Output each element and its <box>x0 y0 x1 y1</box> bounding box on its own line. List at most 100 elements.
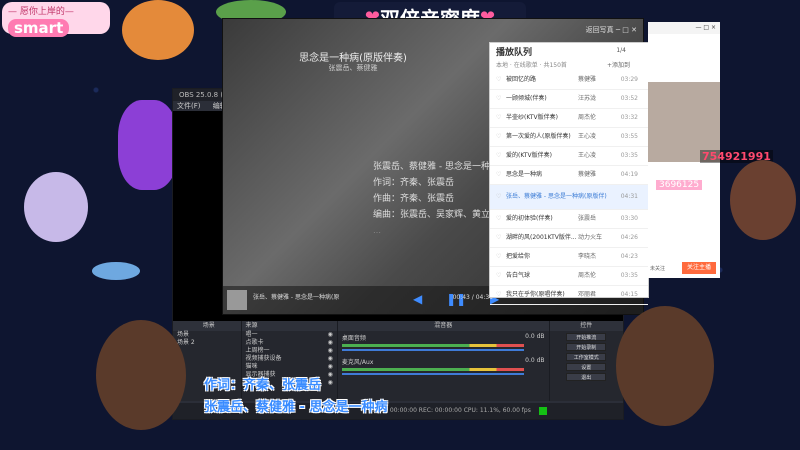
eye-icon[interactable]: ◉ <box>328 379 333 387</box>
channel-name: 麦克风/Aux <box>341 359 374 366</box>
menu-file[interactable]: 文件(F) <box>177 102 201 110</box>
queue-row[interactable]: ♡ 张岳、蔡健雅 - 思念是一种病(原版伴) 04:31 <box>490 185 648 210</box>
eye-icon[interactable]: ◉ <box>328 371 333 379</box>
song-duration: 03:29 <box>620 76 638 83</box>
eye-icon[interactable]: ◉ <box>328 339 333 347</box>
song-artist: 动力火车 <box>578 234 603 241</box>
song-artist: 周杰伦 <box>578 272 597 279</box>
source-item[interactable]: 点歌卡 ◉ <box>242 339 337 347</box>
queue-row[interactable]: ♡ 半壶纱(KTV版伴奏) 周杰伦 03:32 <box>490 109 648 128</box>
exit-button[interactable]: 退出 <box>566 373 607 381</box>
queue-row[interactable]: ♡ 告白气球 周杰伦 03:35 <box>490 267 648 286</box>
queue-row[interactable]: ♡ 被回忆的路 蔡健雅 03:29 <box>490 71 648 90</box>
song-name: 思念是一种病 <box>506 171 543 178</box>
settings-button[interactable]: 设置 <box>566 363 607 371</box>
eye-icon[interactable]: ◉ <box>328 347 333 355</box>
channel-db: 0.0 dB <box>525 357 545 364</box>
scene-item[interactable]: 场景 2 <box>173 339 241 347</box>
song-artist: 邓丽君 <box>578 291 597 298</box>
song-duration: 04:31 <box>620 193 638 200</box>
follow-status: 未关注 <box>650 266 666 272</box>
prev-icon[interactable]: ◀ <box>413 292 422 306</box>
source-item[interactable]: 视频捕获设备 ◉ <box>242 355 337 363</box>
song-name: 一顾倾城(伴奏) <box>506 95 547 102</box>
source-item[interactable]: 唱一 ◉ <box>242 331 337 339</box>
orange-planet <box>122 0 194 60</box>
controls-dock: 控件 开始推流 开始录制 工作室模式 设置 退出 <box>549 321 623 401</box>
song-name: 爱的初体验(伴奏) <box>506 215 553 222</box>
queue-row[interactable]: ♡ 我只在乎你(原唱伴奏) 邓丽君 04:15 <box>490 286 648 305</box>
channel-name: 桌面音频 <box>341 335 366 342</box>
fans-badge: 8级粉丝牌(1) <box>656 197 699 205</box>
heart-icon[interactable]: ♡ <box>496 71 506 89</box>
song-name: 告白气球 <box>506 272 531 279</box>
heart-icon[interactable]: ♡ <box>496 166 506 184</box>
song-duration: 03:35 <box>620 272 638 279</box>
cartoon-girl-left <box>96 320 186 430</box>
heart-icon[interactable]: ♡ <box>496 90 506 108</box>
follow-button[interactable]: 关注主播 <box>682 262 716 274</box>
queue-row[interactable]: ♡ 第一次爱的人(原版伴奏) 王心凌 03:55 <box>490 128 648 147</box>
scene-item[interactable]: 场景 <box>173 331 241 339</box>
song-artist: 李晓杰 <box>578 253 597 260</box>
heart-icon[interactable]: ♡ <box>496 109 506 127</box>
status-text: LIVE: 00:00:00 REC: 00:00:00 CPU: 11.1%,… <box>373 407 531 414</box>
song-name: 被回忆的路 <box>506 76 537 83</box>
queue-row[interactable]: ♡ 思念是一种病 蔡健雅 04:19 <box>490 166 648 185</box>
song-duration: 04:23 <box>620 253 638 260</box>
tag-name: smart <box>8 19 70 37</box>
heart-icon[interactable]: ♡ <box>496 185 506 209</box>
sources-header: 来源 <box>241 321 337 331</box>
song-artist: 汪苏泷 <box>578 95 597 102</box>
song-name: 张岳、蔡健雅 - 思念是一种病(原版伴) <box>506 193 607 200</box>
heart-icon[interactable]: ♡ <box>496 147 506 165</box>
queue-list: ♡ 被回忆的路 蔡健雅 03:29 ♡ 一顾倾城(伴奏) 汪苏泷 03:52 ♡ 半壶纱(KTV版… <box>490 71 648 305</box>
song-artist: 周杰伦 <box>578 114 597 121</box>
player-window-controls[interactable]: 返回写真 ─ □ ✕ <box>586 25 637 35</box>
side-window-controls[interactable]: — □ × <box>648 22 720 34</box>
lyric-subtitle-2: 张震岳、蔡健雅 - 思念是一种病 <box>204 400 388 415</box>
source-item[interactable]: 猫咪 ◉ <box>242 363 337 371</box>
heart-icon[interactable]: ♡ <box>496 128 506 146</box>
heart-icon[interactable]: ♡ <box>496 210 506 228</box>
queue-row[interactable]: ♡ 把爱给你 李晓杰 04:23 <box>490 248 648 267</box>
streamer-tag: — 愿你上岸的— smart <box>2 2 110 37</box>
source-item[interactable]: 上周榜一 ◉ <box>242 347 337 355</box>
heart-icon[interactable]: ♡ <box>496 229 506 247</box>
play-queue-panel: 播放队列 1/4 本地 · 在线歌单 · 共150首 +添加到 ♡ 被回忆的路 蔡健… <box>489 42 649 305</box>
song-duration: 03:52 <box>620 95 638 102</box>
album-thumbnail[interactable] <box>227 290 247 310</box>
song-duration: 04:26 <box>620 234 638 241</box>
volume-slider[interactable] <box>341 373 525 375</box>
volume-slider[interactable] <box>341 349 525 351</box>
song-duration: 04:19 <box>620 171 638 178</box>
eye-icon[interactable]: ◉ <box>328 331 333 339</box>
song-artist: 蔡健雅 <box>578 171 597 178</box>
live-indicator <box>538 406 547 415</box>
song-title: 思念是一种病(原版伴奏) <box>299 53 407 64</box>
heart-icon[interactable]: ♡ <box>496 248 506 266</box>
queue-row[interactable]: ♡ 一顾倾城(伴奏) 汪苏泷 03:52 <box>490 90 648 109</box>
queue-row[interactable]: ♡ 爱的(KTV版伴奏) 王心凌 03:35 <box>490 147 648 166</box>
cartoon-girl-avatar <box>730 160 796 240</box>
eye-icon[interactable]: ◉ <box>328 363 333 371</box>
eye-icon[interactable]: ◉ <box>328 355 333 363</box>
song-duration: 03:32 <box>620 114 638 121</box>
controls-header: 控件 <box>549 321 623 331</box>
lyric-subtitle-1: 作词：齐秦、张震岳 <box>204 378 322 393</box>
tag-line: — 愿你上岸的— <box>8 7 74 17</box>
queue-subheader: 本地 · 在线歌单 · 共150首 +添加到 <box>490 61 648 71</box>
heart-icon[interactable]: ♡ <box>496 286 506 304</box>
studio-mode-button[interactable]: 工作室模式 <box>566 353 607 361</box>
cartoon-girl-right <box>616 306 714 426</box>
mixer-channel: 麦克风/Aux 0.0 dB <box>338 355 549 379</box>
start-stream-button[interactable]: 开始推流 <box>566 333 607 341</box>
start-record-button[interactable]: 开始录制 <box>566 343 607 351</box>
add-to-button[interactable]: +添加到 <box>607 61 630 71</box>
back-to-photo-link[interactable]: 返回写真 <box>586 26 614 34</box>
heart-icon[interactable]: ♡ <box>496 267 506 285</box>
queue-row[interactable]: ♡ 爱的初体验(伴奏) 张震岳 03:30 <box>490 210 648 229</box>
now-playing: 张岳、蔡健雅 - 思念是一种病(原 <box>253 294 340 301</box>
queue-row[interactable]: ♡ 湖畔的风(2001KTV版伴... 动力火车 04:26 <box>490 229 648 248</box>
mixer-channel: 桌面音频 0.0 dB <box>338 331 549 355</box>
